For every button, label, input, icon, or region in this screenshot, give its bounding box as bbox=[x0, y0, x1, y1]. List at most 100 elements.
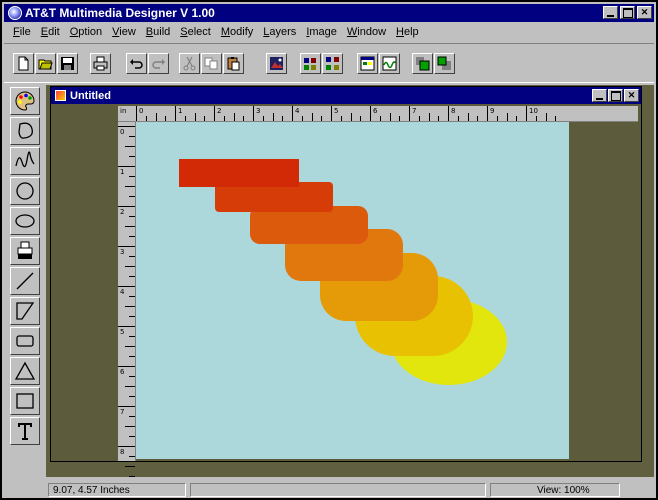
copy-button[interactable] bbox=[201, 53, 222, 74]
menu-select[interactable]: Select bbox=[175, 26, 216, 38]
ruler-tick bbox=[467, 113, 469, 121]
ruler-label: 3 bbox=[256, 107, 261, 115]
ruler-label: 1 bbox=[178, 107, 183, 115]
ruler-tick bbox=[129, 356, 135, 357]
morph-shape-1[interactable] bbox=[179, 159, 299, 187]
ruler-label: 6 bbox=[120, 368, 125, 376]
ruler-tick bbox=[555, 116, 557, 121]
print-button[interactable] bbox=[90, 53, 111, 74]
circle-tool[interactable] bbox=[10, 177, 40, 205]
rounded-rectangle-tool[interactable] bbox=[10, 327, 40, 355]
open-file-button[interactable] bbox=[35, 53, 56, 74]
palette-view-button[interactable] bbox=[357, 53, 378, 74]
toolbar bbox=[4, 43, 654, 83]
ruler-tick bbox=[129, 176, 135, 177]
title-bar[interactable]: AT&T Multimedia Designer V 1.00 bbox=[4, 4, 654, 22]
rectangle-tool[interactable] bbox=[10, 387, 40, 415]
ruler-tick bbox=[125, 386, 135, 387]
ruler-tick bbox=[223, 116, 225, 121]
menu-build[interactable]: Build bbox=[141, 26, 175, 38]
ruler-tick bbox=[125, 226, 135, 227]
ruler-label: 7 bbox=[412, 107, 417, 115]
ruler-tick bbox=[418, 116, 420, 121]
menu-image[interactable]: Image bbox=[301, 26, 342, 38]
ruler-tick bbox=[389, 113, 391, 121]
bring-forward-button[interactable] bbox=[412, 53, 433, 74]
color-palette-tool[interactable] bbox=[10, 87, 40, 115]
ruler-label: 0 bbox=[139, 107, 144, 115]
ruler-tick bbox=[118, 286, 135, 287]
paste-button[interactable] bbox=[223, 53, 244, 74]
ruler-tick bbox=[360, 116, 362, 121]
ruler-tick bbox=[118, 326, 135, 327]
document-window: Untitled in 0 1 2 3 4 5 6 7 8 9 10 0 1 2 3 4 5 6 7 8 bbox=[50, 86, 642, 477]
ruler-tick bbox=[125, 186, 135, 187]
ruler-label: 4 bbox=[120, 288, 125, 296]
triangle-tool[interactable] bbox=[10, 357, 40, 385]
ruler-tick bbox=[311, 113, 313, 121]
cut-button[interactable] bbox=[179, 53, 200, 74]
ruler-tick bbox=[301, 116, 303, 121]
ruler-tick bbox=[129, 416, 135, 417]
menu-modify[interactable]: Modify bbox=[216, 26, 258, 38]
freehand-tool[interactable] bbox=[10, 147, 40, 175]
image-tool-button[interactable] bbox=[266, 53, 287, 74]
menu-help[interactable]: Help bbox=[391, 26, 424, 38]
ruler-tick bbox=[184, 116, 186, 121]
app-icon[interactable] bbox=[8, 6, 22, 20]
ellipse-tool[interactable] bbox=[10, 207, 40, 235]
stamp-icon bbox=[17, 241, 33, 259]
send-backward-button[interactable] bbox=[434, 53, 455, 74]
text-tool[interactable] bbox=[10, 417, 40, 445]
ruler-tick bbox=[399, 116, 401, 121]
group-button[interactable] bbox=[300, 53, 321, 74]
ruler-tick bbox=[129, 136, 135, 137]
ruler-tick bbox=[321, 116, 323, 121]
ungroup-button[interactable] bbox=[322, 53, 343, 74]
group-icon bbox=[304, 58, 316, 70]
ruler-tick bbox=[118, 246, 135, 247]
triangle-icon bbox=[14, 361, 36, 380]
new-file-button[interactable] bbox=[13, 53, 34, 74]
lasso-tool[interactable] bbox=[10, 117, 40, 145]
ruler-tick bbox=[129, 376, 135, 377]
ruler-tick bbox=[496, 116, 498, 121]
line-tool[interactable] bbox=[10, 267, 40, 295]
ruler-tick bbox=[129, 296, 135, 297]
menu-option[interactable]: Option bbox=[65, 26, 107, 38]
document-title-bar[interactable]: Untitled bbox=[51, 87, 641, 104]
vertical-ruler: 0 1 2 3 4 5 6 7 8 bbox=[118, 122, 136, 477]
menu-layers[interactable]: Layers bbox=[258, 26, 301, 38]
document-minimize-button[interactable] bbox=[592, 89, 607, 102]
ruler-tick bbox=[457, 116, 459, 121]
ruler-label: 1 bbox=[120, 168, 125, 176]
save-file-button[interactable] bbox=[57, 53, 78, 74]
zoom-level: View: 100% bbox=[490, 483, 620, 497]
floppy-disk-icon bbox=[61, 57, 74, 70]
maximize-button[interactable] bbox=[620, 6, 635, 19]
ruler-tick bbox=[129, 156, 135, 157]
close-button[interactable] bbox=[637, 6, 652, 19]
minimize-button[interactable] bbox=[603, 6, 618, 19]
redo-button[interactable] bbox=[148, 53, 169, 74]
ruler-unit-label: in bbox=[120, 107, 127, 115]
menu-edit[interactable]: Edit bbox=[36, 26, 65, 38]
menu-file[interactable]: File bbox=[8, 26, 36, 38]
send-backward-icon bbox=[437, 56, 451, 70]
document-close-button[interactable] bbox=[624, 89, 639, 102]
ruler-tick bbox=[194, 113, 196, 121]
ruler-tick bbox=[129, 236, 135, 237]
document-maximize-button[interactable] bbox=[608, 89, 623, 102]
ruler-label: 7 bbox=[120, 408, 125, 416]
menu-window[interactable]: Window bbox=[342, 26, 391, 38]
drawing-canvas[interactable] bbox=[136, 122, 569, 459]
ruler-tick bbox=[204, 116, 206, 121]
undo-button[interactable] bbox=[126, 53, 147, 74]
stamp-tool[interactable] bbox=[10, 237, 40, 265]
document-icon[interactable] bbox=[55, 90, 66, 101]
ruler-tick bbox=[125, 306, 135, 307]
waveform-icon bbox=[382, 56, 397, 71]
menu-view[interactable]: View bbox=[107, 26, 141, 38]
wave-view-button[interactable] bbox=[379, 53, 400, 74]
polygon-tool[interactable] bbox=[10, 297, 40, 325]
